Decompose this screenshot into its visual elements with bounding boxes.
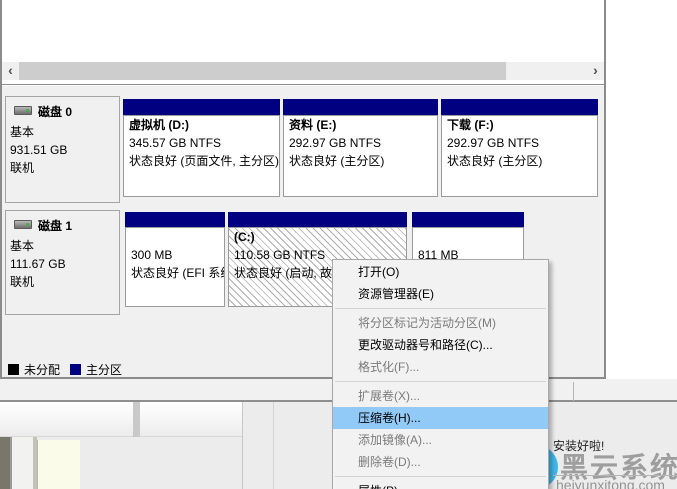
scroll-left-arrow-icon[interactable]: ‹ (2, 62, 19, 80)
menu-item: 将分区标记为活动分区(M) (333, 312, 548, 334)
partition-color-bar (228, 212, 407, 227)
partition-text: 状态良好 (主分区) (284, 152, 437, 170)
partition-text: 状态良好 (主分区) (442, 152, 597, 170)
partition-block[interactable]: 300 MB状态良好 (EFI 系统分区) (125, 227, 225, 307)
background-divider-5 (573, 382, 574, 401)
menu-item: 格式化(F)... (333, 356, 548, 378)
partition-text: 292.97 GB NTFS (284, 134, 437, 152)
scrollbar-thumb[interactable] (19, 62, 506, 80)
menu-item: 添加镜像(A)... (333, 429, 548, 451)
legend-color-swatch (70, 364, 81, 375)
legend: 未分配 主分区 (8, 361, 132, 375)
background-divider-3 (242, 402, 243, 489)
partition-text: 资料 (E:) (284, 116, 437, 134)
menu-separator (335, 381, 546, 382)
menu-item[interactable]: 打开(O) (333, 261, 548, 283)
disk-icon (14, 106, 32, 115)
disk-detail: 联机 (10, 159, 34, 177)
screenshot-stage: ‹ › 磁盘 0基本931.51 GB联机虚拟机 (D:)345.57 GB N… (0, 0, 677, 489)
menu-item[interactable]: 资源管理器(E) (333, 283, 548, 305)
background-toolbar-divider (133, 402, 140, 437)
background-divider-4 (273, 402, 274, 489)
partition-color-bar (283, 99, 438, 115)
background-toolbar-right (140, 402, 242, 437)
disk-info-cell[interactable]: 磁盘 0基本931.51 GB联机 (5, 96, 120, 203)
disk-detail: 931.51 GB (10, 141, 67, 159)
partition-block[interactable]: 虚拟机 (D:)345.57 GB NTFS状态良好 (页面文件, 主分区) (123, 115, 280, 197)
disk-info-cell[interactable]: 磁盘 1基本111.67 GB联机 (5, 210, 120, 315)
partition-text: (C:) (229, 228, 406, 246)
partition-text (126, 228, 224, 246)
partition-text: 状态良好 (EFI 系统分区) (126, 264, 224, 282)
menu-item[interactable]: 压缩卷(H)... (333, 407, 548, 429)
partition-text: 虚拟机 (D:) (124, 116, 279, 134)
installer-toast-text: 安装好啦! (553, 437, 604, 454)
partition-text: 345.57 GB NTFS (124, 134, 279, 152)
menu-separator (335, 308, 546, 309)
partition-text (413, 228, 523, 246)
partition-text: 300 MB (126, 246, 224, 264)
disk-name: 磁盘 1 (38, 217, 72, 234)
disk-detail: 基本 (10, 237, 34, 255)
context-menu: 打开(O)资源管理器(E) 将分区标记为活动分区(M)更改驱动器号和路径(C)..… (332, 259, 549, 489)
disk-icon (14, 220, 32, 229)
menu-item: 扩展卷(X)... (333, 385, 548, 407)
legend-label: 未分配 (24, 361, 60, 378)
legend-color-swatch (8, 364, 19, 375)
legend-item: 未分配 (8, 361, 60, 378)
menu-separator (335, 476, 546, 477)
watermark-divider (553, 475, 677, 476)
menu-item[interactable]: 更改驱动器号和路径(C)... (333, 334, 548, 356)
background-panel-white (12, 437, 33, 489)
outer-white-area (606, 0, 677, 379)
menu-item: 删除卷(D)... (333, 451, 548, 473)
partition-color-bar (412, 212, 524, 227)
partition-color-bar (441, 99, 598, 115)
menu-item[interactable]: 属性(P) (333, 480, 548, 489)
partition-text: 292.97 GB NTFS (442, 134, 597, 152)
background-toolbar-left (0, 402, 133, 437)
watermark-url: heiyunxitong.com (556, 477, 665, 489)
disk-name: 磁盘 0 (38, 103, 72, 120)
partition-color-bar (125, 212, 225, 227)
partition-block[interactable]: 资料 (E:)292.97 GB NTFS状态良好 (主分区) (283, 115, 438, 197)
partition-text: 状态良好 (页面文件, 主分区) (124, 152, 279, 170)
disk-detail: 111.67 GB (10, 255, 66, 273)
volume-list-pane[interactable] (2, 0, 604, 62)
partition-text: 下载 (F:) (442, 116, 597, 134)
legend-label: 主分区 (86, 361, 122, 378)
partition-color-bar (123, 99, 280, 115)
desktop-texture (0, 437, 10, 489)
partition-block[interactable]: 下载 (F:)292.97 GB NTFS状态良好 (主分区) (441, 115, 598, 197)
disk-detail: 联机 (10, 273, 34, 291)
disk-detail: 基本 (10, 123, 34, 141)
scroll-right-arrow-icon[interactable]: › (587, 62, 604, 80)
background-panel-yellow (37, 440, 80, 489)
legend-item: 主分区 (70, 361, 122, 378)
